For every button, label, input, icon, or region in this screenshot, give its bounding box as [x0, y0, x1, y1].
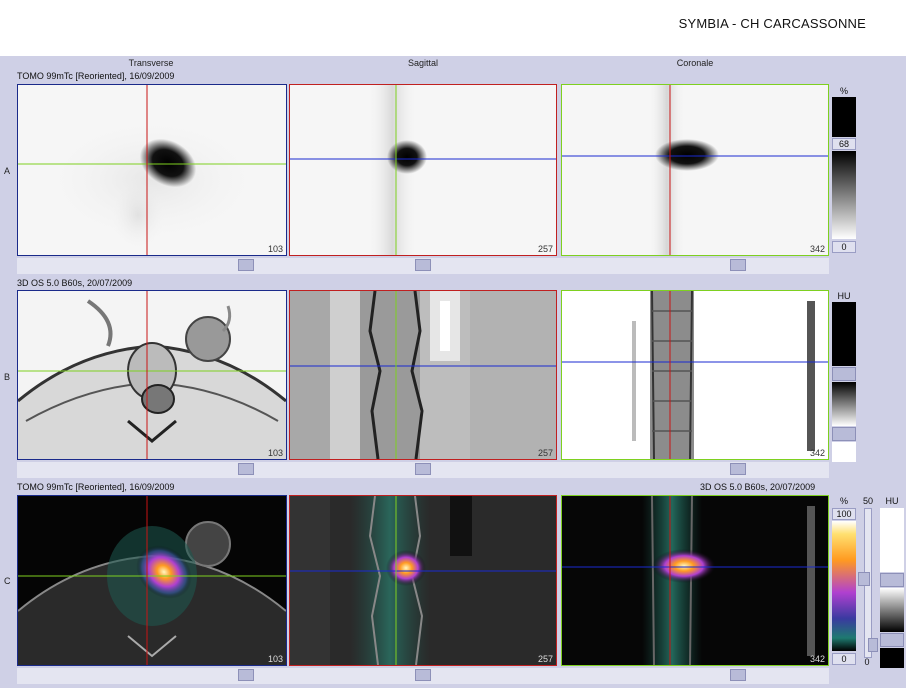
colorbar-c-ct-gradient: [880, 588, 904, 632]
viewport-c-coronal[interactable]: 342: [561, 495, 829, 666]
title-bar: SYMBIA - CH CARCASSONNE: [0, 0, 906, 56]
viewport-a-transverse[interactable]: 103: [17, 84, 287, 256]
scroll-thumb-c-transverse[interactable]: [238, 669, 254, 681]
colorbar-c-gradient: [832, 521, 856, 651]
series-label-row-a: TOMO 99mTc [Reoriented], 16/09/2009: [17, 71, 175, 81]
viewport-b-transverse[interactable]: 103: [17, 290, 287, 460]
slice-number: 257: [537, 654, 553, 664]
blend-min-label: 0: [864, 657, 870, 667]
slice-number: 342: [809, 448, 825, 458]
transverse-spect-image: [18, 85, 286, 255]
coronal-ct-image: [562, 291, 828, 459]
series-label-row-c-ct: 3D OS 5.0 B60s, 20/07/2009: [700, 482, 816, 492]
colorbar-a-top: [832, 97, 856, 137]
colorbar-b-top: [832, 302, 856, 366]
colorbar-b-upper-handle[interactable]: [832, 367, 856, 381]
scroll-thumb-a-coronal[interactable]: [730, 259, 746, 271]
colorbar-b-lower-handle[interactable]: [832, 427, 856, 441]
coronal-fusion-image: [562, 496, 828, 665]
blend-value-label: 50: [862, 496, 873, 506]
colorbar-unit-c: %: [839, 496, 848, 506]
series-label-row-b: 3D OS 5.0 B60s, 20/07/2009: [17, 278, 133, 288]
colorbar-c-ct-bottom: [880, 648, 904, 668]
coronal-spect-image: [562, 85, 828, 255]
scroll-thumb-a-transverse[interactable]: [238, 259, 254, 271]
scroll-thumb-a-sagittal[interactable]: [415, 259, 431, 271]
slice-number: 103: [267, 448, 283, 458]
viewport-c-sagittal[interactable]: 257: [289, 495, 557, 666]
sagittal-fusion-image: [290, 496, 556, 665]
column-header-coronal: Coronale: [676, 58, 714, 68]
row-label-c: C: [4, 576, 11, 586]
scroll-thumb-c-coronal[interactable]: [730, 669, 746, 681]
viewport-b-sagittal[interactable]: 257: [289, 290, 557, 460]
viewport-a-sagittal[interactable]: 257: [289, 84, 557, 256]
slice-number: 257: [537, 448, 553, 458]
scroll-thumb-c-sagittal[interactable]: [415, 669, 431, 681]
sagittal-spect-image: [290, 85, 556, 255]
colorbar-c-ct-top: [880, 508, 904, 572]
colorbar-max-c[interactable]: 100: [832, 508, 856, 520]
series-label-row-c: TOMO 99mTc [Reoriented], 16/09/2009: [17, 482, 175, 492]
slice-number: 342: [809, 654, 825, 664]
scroll-thumb-b-sagittal[interactable]: [415, 463, 431, 475]
colorbar-max-a[interactable]: 68: [832, 138, 856, 150]
viewport-b-coronal[interactable]: 342: [561, 290, 829, 460]
colorbar-unit-b: HU: [837, 291, 851, 301]
column-header-transverse: Transverse: [128, 58, 174, 68]
row-label-a: A: [4, 166, 11, 176]
transverse-fusion-image: [18, 496, 286, 665]
institution-title: SYMBIA - CH CARCASSONNE: [678, 16, 866, 31]
colorbar-b-gradient: [832, 382, 856, 426]
viewport-c-transverse[interactable]: 103: [17, 495, 287, 666]
colorbar-b-bottom: [832, 442, 856, 462]
colorbar-min-a[interactable]: 0: [832, 241, 856, 253]
sagittal-ct-image: [290, 291, 556, 459]
slice-number: 257: [537, 244, 553, 254]
colorbar-unit-c-ct: HU: [885, 496, 899, 506]
colorbar-unit-a: %: [839, 86, 848, 96]
colorbar-c-ct-upper-handle[interactable]: [880, 573, 904, 587]
row-label-b: B: [4, 372, 11, 382]
scroll-thumb-b-coronal[interactable]: [730, 463, 746, 475]
slice-number: 103: [267, 244, 283, 254]
colorbar-c-ct-lower-handle[interactable]: [880, 633, 904, 647]
blend-slider-thumb[interactable]: [858, 572, 870, 586]
viewport-a-coronal[interactable]: 342: [561, 84, 829, 256]
scroll-thumb-b-transverse[interactable]: [238, 463, 254, 475]
slice-number: 342: [809, 244, 825, 254]
slice-number: 103: [267, 654, 283, 664]
colorbar-min-c[interactable]: 0: [832, 653, 856, 665]
colorbar-a-gradient: [832, 151, 856, 239]
column-header-sagittal: Sagittal: [407, 58, 439, 68]
blend-slider-lower-thumb[interactable]: [868, 638, 878, 652]
transverse-ct-image: [18, 291, 286, 459]
